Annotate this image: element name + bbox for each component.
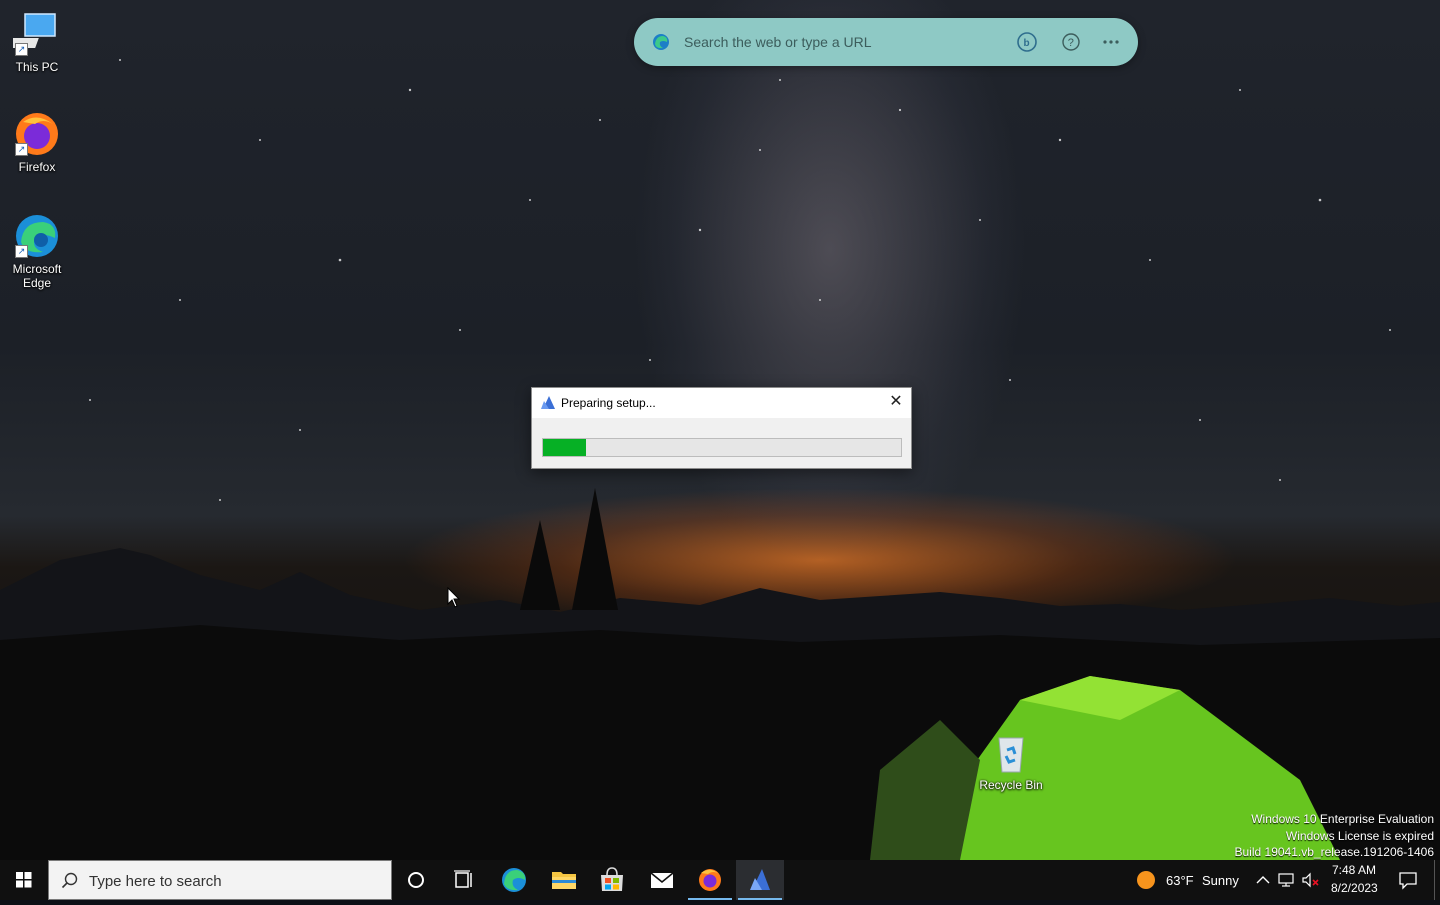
firefox-icon: ↗	[13, 110, 61, 158]
clock-time[interactable]: 7:48 AM	[1332, 863, 1376, 877]
task-view-button[interactable]	[440, 860, 488, 900]
more-options-icon[interactable]	[1099, 30, 1123, 54]
taskbar-file-explorer-button[interactable]	[540, 860, 588, 900]
weather-temperature[interactable]: 63°F	[1166, 873, 1194, 888]
shortcut-arrow-icon: ↗	[15, 43, 28, 56]
taskbar-edge-button[interactable]	[490, 860, 538, 900]
cortana-button[interactable]	[392, 860, 440, 900]
file-explorer-icon	[552, 872, 576, 889]
volume-muted-icon[interactable]	[1300, 870, 1320, 890]
dialog-title: Preparing setup...	[561, 396, 656, 410]
start-button[interactable]	[0, 860, 48, 900]
setup-progress-bar	[542, 438, 902, 457]
chevron-up-icon[interactable]	[1253, 870, 1273, 890]
desktop-icon-recycle-bin[interactable]: Recycle Bin	[974, 728, 1048, 792]
task-view-icon	[454, 870, 472, 888]
edge-icon	[502, 868, 526, 892]
watermark-edition: Windows 10 Enterprise Evaluation	[1251, 812, 1434, 826]
edge-icon: ↗	[13, 212, 61, 260]
desktop-icon-microsoft-edge[interactable]: ↗ Microsoft Edge	[0, 212, 74, 290]
desktop-icon-label: Microsoft Edge	[12, 262, 62, 290]
recycle-bin-icon	[987, 728, 1035, 776]
desktop-icon-firefox[interactable]: ↗ Firefox	[0, 110, 74, 174]
dialog-titlebar[interactable]: Preparing setup... ✕	[532, 388, 911, 418]
store-icon	[601, 867, 623, 891]
edge-search-bar[interactable]: Search the web or type a URL b ?	[634, 18, 1138, 66]
bing-chat-icon[interactable]: b	[1015, 30, 1039, 54]
mail-icon	[650, 872, 674, 888]
edge-search-input[interactable]: Search the web or type a URL	[684, 34, 872, 50]
edge-icon	[652, 33, 670, 51]
watermark-build: Build 19041.vb_release.191206-1406	[1234, 845, 1435, 859]
windows-watermark: Windows 10 Enterprise Evaluation Windows…	[1235, 811, 1435, 861]
desktop-icon-this-pc[interactable]: ↗ This PC	[0, 10, 74, 74]
desktop-icon-label: This PC	[15, 60, 59, 74]
progress-fill	[543, 439, 586, 456]
weather-sun-icon[interactable]	[1136, 870, 1156, 890]
setup-app-icon	[750, 869, 770, 890]
svg-text:b: b	[1024, 38, 1030, 49]
show-desktop-button[interactable]	[1434, 860, 1440, 900]
cortana-icon	[408, 872, 424, 888]
this-pc-icon: ↗	[5, 10, 61, 58]
taskbar-mail-button[interactable]	[638, 860, 686, 900]
taskbar-firefox-button[interactable]	[686, 860, 734, 900]
weather-condition[interactable]: Sunny	[1202, 873, 1239, 888]
taskbar-search-placeholder: Type here to search	[89, 873, 222, 890]
shortcut-arrow-icon: ↗	[15, 245, 28, 258]
shortcut-arrow-icon: ↗	[15, 143, 28, 156]
mouse-cursor-icon	[447, 587, 461, 608]
taskbar: Type here to search 63°F Sunny 7:48 AM 8…	[0, 860, 1440, 900]
taskbar-store-button[interactable]	[588, 860, 636, 900]
watermark-license: Windows License is expired	[1285, 828, 1434, 843]
help-icon[interactable]: ?	[1059, 30, 1083, 54]
taskbar-search-box[interactable]: Type here to search	[48, 860, 392, 900]
clock-date[interactable]: 8/2/2023	[1331, 881, 1378, 895]
setup-app-icon	[540, 395, 556, 411]
search-icon	[61, 872, 78, 889]
windows-logo-icon	[16, 872, 32, 888]
network-icon[interactable]	[1277, 870, 1297, 890]
firefox-icon	[699, 869, 721, 891]
svg-text:?: ?	[1068, 37, 1074, 49]
notification-center-icon[interactable]	[1398, 870, 1418, 890]
close-button[interactable]: ✕	[881, 388, 911, 416]
desktop-icon-label: Recycle Bin	[979, 778, 1043, 792]
desktop-icon-label: Firefox	[18, 160, 56, 174]
setup-dialog: Preparing setup... ✕	[531, 387, 912, 469]
taskbar-setup-app-button[interactable]	[736, 860, 784, 900]
